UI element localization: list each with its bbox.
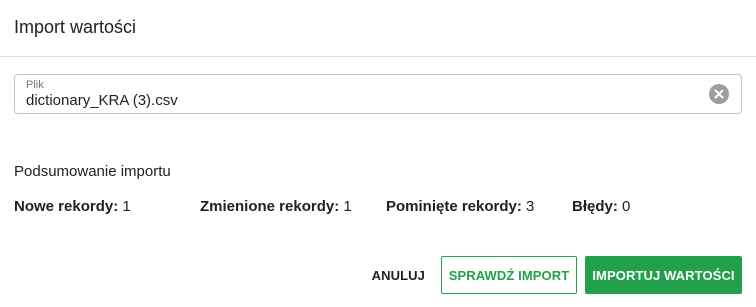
stat-skipped-records-label: Pominięte rekordy:	[386, 198, 522, 215]
file-field[interactable]: Plik dictionary_KRA (3).csv	[14, 74, 742, 114]
import-values-button[interactable]: IMPORTUJ WARTOŚCI	[585, 256, 742, 294]
dialog-header: Import wartości	[0, 0, 756, 57]
stat-skipped-records: Pominięte rekordy: 3	[386, 198, 534, 216]
dialog-title: Import wartości	[14, 17, 137, 37]
stat-errors-label: Błędy:	[572, 198, 618, 215]
import-dialog: Import wartości Plik dictionary_KRA (3).…	[0, 0, 756, 307]
file-field-label: Plik	[26, 79, 44, 91]
stat-changed-records: Zmienione rekordy: 1	[200, 198, 352, 216]
file-field-value[interactable]: dictionary_KRA (3).csv	[26, 92, 178, 110]
stat-errors: Błędy: 0	[572, 198, 630, 216]
close-circle-icon[interactable]	[709, 84, 729, 104]
stat-changed-records-value: 1	[343, 198, 352, 215]
stat-errors-value: 0	[622, 198, 631, 215]
stat-changed-records-label: Zmienione rekordy:	[200, 198, 340, 215]
cancel-button[interactable]: ANULUJ	[362, 256, 435, 294]
dialog-actions: ANULUJ SPRAWDŹ IMPORT IMPORTUJ WARTOŚCI	[362, 256, 742, 294]
check-import-button[interactable]: SPRAWDŹ IMPORT	[441, 256, 577, 294]
summary-title: Podsumowanie importu	[14, 163, 171, 180]
stat-skipped-records-value: 3	[526, 198, 535, 215]
summary-stats: Nowe rekordy: 1 Zmienione rekordy: 1 Pom…	[0, 198, 756, 216]
stat-new-records: Nowe rekordy: 1	[14, 198, 131, 216]
stat-new-records-value: 1	[122, 198, 131, 215]
stat-new-records-label: Nowe rekordy:	[14, 198, 119, 215]
